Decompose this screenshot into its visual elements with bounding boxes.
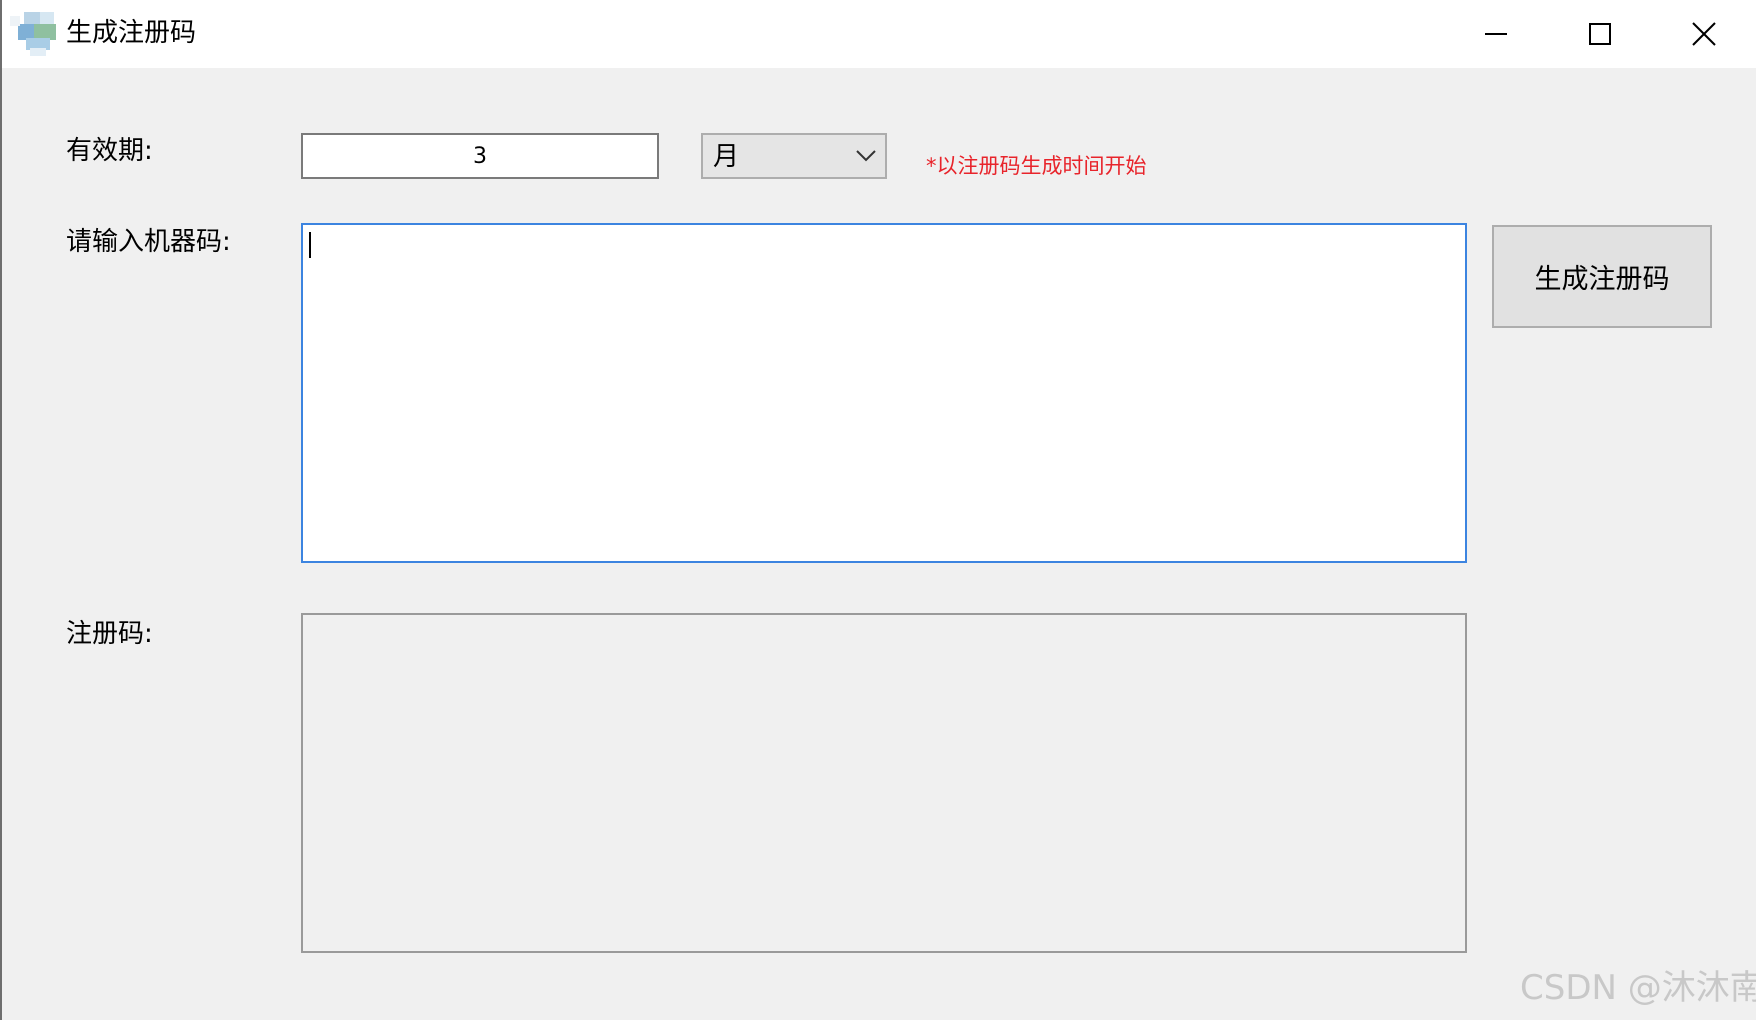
- maximize-icon: [1589, 23, 1611, 45]
- generate-button[interactable]: 生成注册码: [1492, 225, 1712, 328]
- minimize-icon: [1485, 33, 1507, 35]
- close-button[interactable]: [1654, 0, 1754, 68]
- close-icon: [1692, 22, 1716, 46]
- minimize-button[interactable]: [1446, 0, 1546, 68]
- maximize-button[interactable]: [1550, 0, 1650, 68]
- validity-label: 有效期:: [66, 136, 153, 166]
- reg-code-output[interactable]: [301, 613, 1467, 953]
- chevron-down-icon: [856, 150, 876, 162]
- validity-input[interactable]: [301, 133, 659, 179]
- window-title: 生成注册码: [66, 18, 197, 48]
- validity-unit-value: 月: [713, 142, 740, 172]
- validity-unit-select[interactable]: 月: [701, 133, 887, 179]
- watermark: CSDN @沐沐南: [1520, 968, 1756, 1008]
- machine-code-input[interactable]: [301, 223, 1467, 563]
- reg-code-label: 注册码:: [66, 619, 153, 649]
- app-window: 生成注册码 有效期: 月 *以注册码生成时间开始 请输入机器码: 生成注册: [0, 0, 1756, 1020]
- validity-hint: *以注册码生成时间开始: [926, 154, 1147, 178]
- app-icon: [10, 12, 58, 56]
- machine-code-label: 请输入机器码:: [66, 227, 231, 257]
- title-bar[interactable]: 生成注册码: [2, 0, 1756, 68]
- text-caret: [309, 232, 311, 258]
